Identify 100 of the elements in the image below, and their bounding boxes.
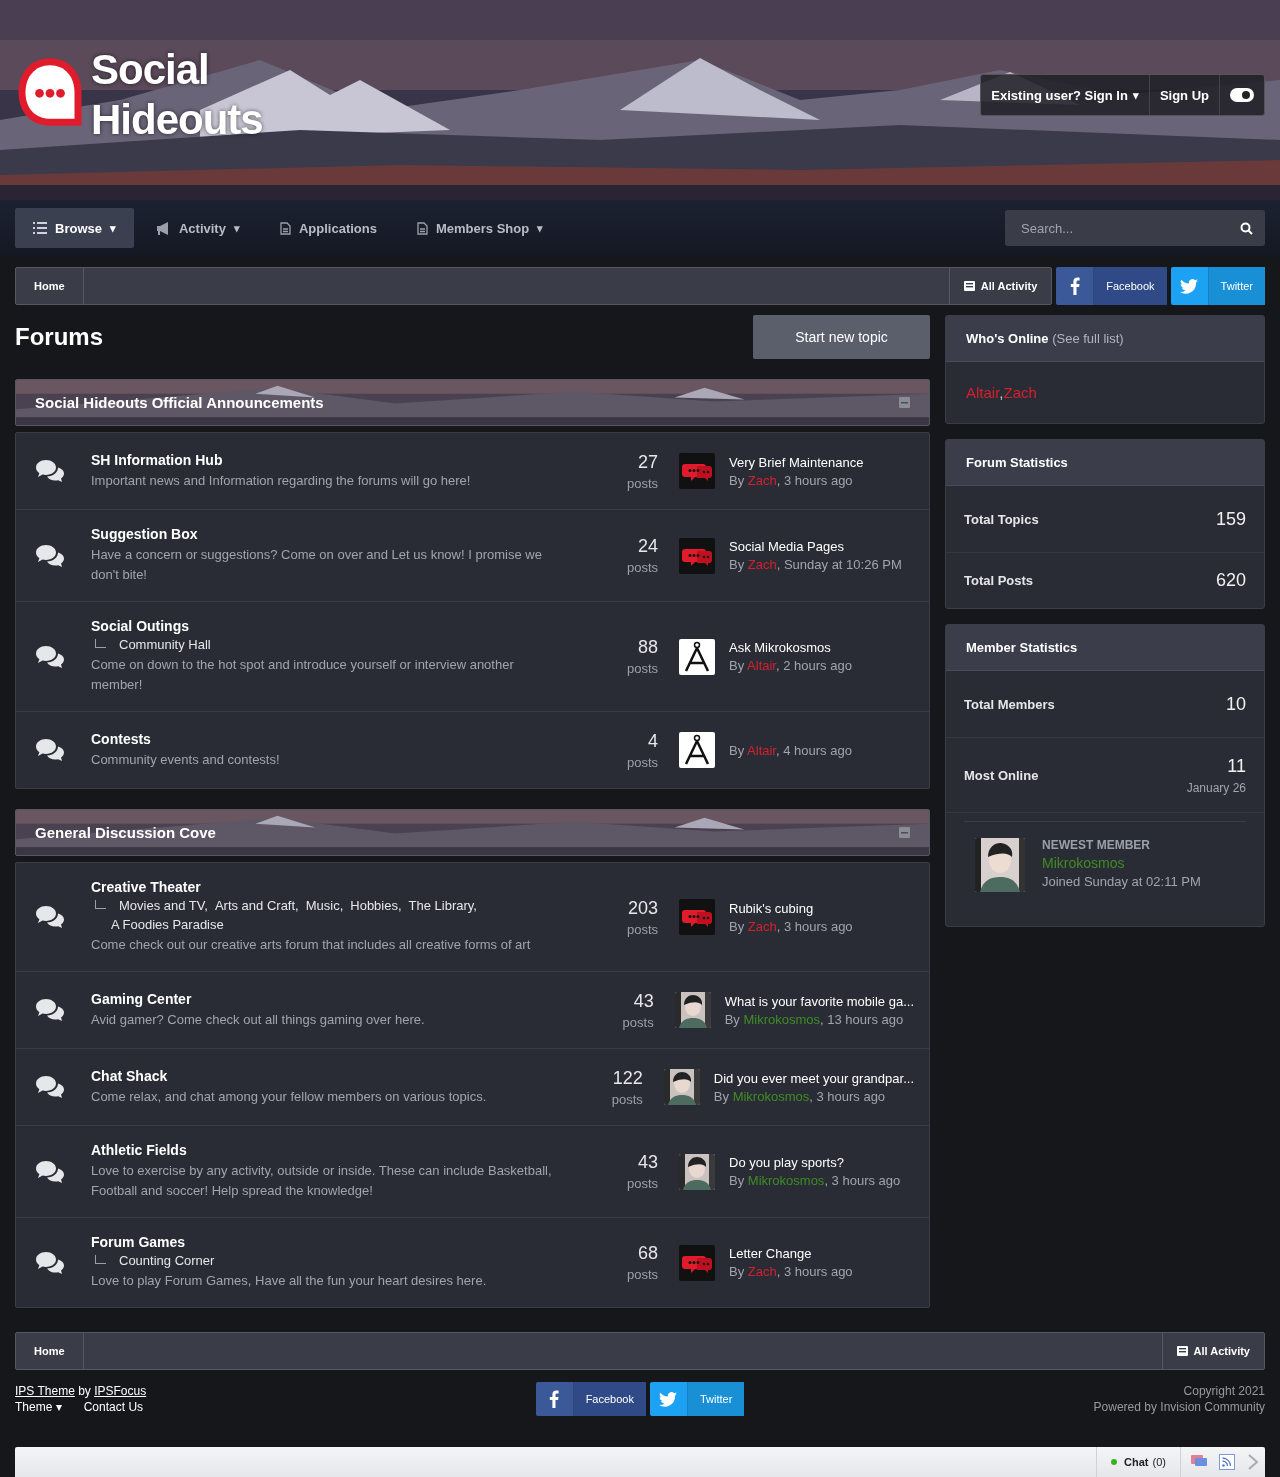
last-post-title-link[interactable]: Did you ever meet your grandpar... xyxy=(713,1070,914,1086)
document-icon xyxy=(416,221,428,235)
contact-us-link[interactable]: Contact Us xyxy=(83,1400,144,1414)
toggle-icon[interactable] xyxy=(1230,88,1254,102)
rss-icon[interactable] xyxy=(1219,1454,1235,1470)
category-title[interactable]: Social Hideouts Official Announcements xyxy=(35,394,324,411)
start-new-topic-button[interactable]: Start new topic xyxy=(753,315,930,359)
avatar-figure-icon[interactable] xyxy=(679,638,715,675)
post-count: 27 xyxy=(637,451,658,473)
category-header[interactable]: Social Hideouts Official Announcements xyxy=(15,379,930,426)
forum-description: Love to exercise by any activity, outside or inside. These can include Basketball, Football and soccer! Help spread the knowledge! xyxy=(91,1162,553,1200)
subforum-link[interactable]: A Foodies Paradise xyxy=(111,917,224,932)
social-button[interactable]: Twitter xyxy=(1170,267,1265,305)
stat-value: 159 xyxy=(1215,508,1246,530)
avatar-figure-icon[interactable] xyxy=(679,732,715,768)
last-post-title-link[interactable]: Do you play sports? xyxy=(729,1155,901,1170)
last-post-meta: By Zach, Sunday at 10:26 PM xyxy=(729,557,902,572)
post-count-label: posts xyxy=(611,1091,643,1107)
forum-description: Community events and contests! xyxy=(91,750,281,769)
chat-bubbles-icon xyxy=(36,460,64,482)
subforum-link[interactable]: Arts and Craft, xyxy=(214,898,299,913)
search-icon[interactable] xyxy=(1240,222,1253,235)
activity-icon xyxy=(1176,1346,1188,1356)
social-button[interactable]: Facebook xyxy=(535,1382,646,1416)
chat-bubbles-icon xyxy=(36,544,64,567)
social-button[interactable]: Facebook xyxy=(1056,267,1167,305)
last-post-title-link[interactable]: Very Brief Maintenance xyxy=(729,454,864,470)
last-post-title-link[interactable]: Letter Change xyxy=(729,1246,853,1261)
last-post-title-link[interactable]: Social Media Pages xyxy=(729,539,902,554)
forum-title-link[interactable]: Gaming Center xyxy=(91,990,553,1007)
avatar-speech-bubble-icon[interactable] xyxy=(679,453,715,489)
subforum-link[interactable]: Community Hall xyxy=(119,637,211,652)
sign-up-link[interactable]: Sign Up xyxy=(1149,75,1220,115)
chat-bubbles-icon xyxy=(36,739,64,761)
last-post-title-link[interactable]: Ask Mikrokosmos xyxy=(729,640,852,655)
avatar-speech-bubble-icon[interactable] xyxy=(679,899,715,935)
avatar-speech-bubble-icon[interactable] xyxy=(679,537,715,574)
post-count-label: posts xyxy=(626,1176,658,1191)
last-post-meta: By Altair, 2 hours ago xyxy=(729,658,852,673)
all-activity-link[interactable]: All Activity xyxy=(948,268,1052,304)
collapse-icon[interactable] xyxy=(899,397,910,408)
home-link[interactable]: Home xyxy=(16,268,84,304)
forum-description: Have a concern or suggestions? Come on over and Let us know! I promise we don't bite! xyxy=(91,546,543,584)
avatar-speech-bubble-icon[interactable] xyxy=(679,1244,715,1281)
post-count: 68 xyxy=(637,1243,658,1264)
post-count: 4 xyxy=(648,730,658,752)
forum-title-link[interactable]: Contests xyxy=(91,730,556,747)
stat-value: 620 xyxy=(1215,570,1246,591)
forum-title-link[interactable]: Social Outings xyxy=(91,618,556,634)
category-title[interactable]: General Discussion Cove xyxy=(35,824,216,841)
subforum-link[interactable]: Movies and TV, xyxy=(119,898,208,913)
last-post-title-link[interactable]: What is your favorite mobile ga... xyxy=(724,993,914,1009)
forum-title-link[interactable]: SH Information Hub xyxy=(91,451,556,468)
see-full-list-link[interactable]: (See full list) xyxy=(1052,331,1124,346)
post-count-label: posts xyxy=(626,754,658,770)
nav-tab[interactable]: Browse ▾ xyxy=(15,208,134,248)
category-header[interactable]: General Discussion Cove xyxy=(15,809,930,856)
search-field[interactable]: Search... xyxy=(1005,210,1265,246)
theme-menu-link[interactable]: Theme ▾ xyxy=(15,1400,62,1414)
all-activity-link[interactable]: All Activity xyxy=(1161,1333,1264,1369)
social-button[interactable]: Twitter xyxy=(649,1382,745,1416)
forum-title-link[interactable]: Chat Shack xyxy=(91,1067,544,1084)
facebook-icon xyxy=(1069,277,1080,295)
sign-in-link[interactable]: Existing user? Sign In ▾ xyxy=(981,75,1150,115)
last-post-meta: By Mikrokosmos, 13 hours ago xyxy=(724,1011,905,1027)
stat-label: Total Members xyxy=(964,696,1055,712)
subforum-link[interactable]: The Library, xyxy=(408,898,477,913)
nav-tab[interactable]: Applications xyxy=(261,208,395,248)
stat-value: 10 xyxy=(1225,693,1246,715)
bird-icon xyxy=(1180,278,1199,294)
home-link[interactable]: Home xyxy=(16,1333,84,1369)
subforum-link[interactable]: Music, xyxy=(305,898,344,913)
forum-title-link[interactable]: Suggestion Box xyxy=(91,526,556,542)
activity-icon xyxy=(963,281,975,291)
bird-icon xyxy=(659,1391,678,1407)
collapse-icon[interactable] xyxy=(899,827,910,838)
post-count: 122 xyxy=(612,1067,643,1089)
chat-icon[interactable] xyxy=(1191,1455,1207,1469)
forum-description: Come relax, and chat among your fellow members on various topics. xyxy=(91,1087,488,1106)
chat-bubbles-icon xyxy=(36,906,64,928)
facebook-icon xyxy=(549,1390,560,1408)
forum-title-link[interactable]: Athletic Fields xyxy=(91,1142,556,1158)
forum-title-link[interactable]: Forum Games xyxy=(91,1234,556,1250)
last-post-title-link[interactable]: Rubik's cubing xyxy=(729,900,853,916)
chat-button[interactable]: Chat (0) xyxy=(1096,1447,1181,1477)
theme-link[interactable]: IPS Theme xyxy=(15,1384,75,1398)
widget-title: Forum Statistics xyxy=(966,455,1068,470)
nav-tab[interactable]: Activity ▾ xyxy=(137,208,258,248)
post-count-label: posts xyxy=(626,475,658,491)
author-link[interactable]: IPSFocus xyxy=(94,1384,147,1398)
chat-bubbles-icon xyxy=(36,1160,64,1183)
nav-tab[interactable]: Members Shop ▾ xyxy=(398,208,562,248)
subforum-link[interactable]: Counting Corner xyxy=(119,1253,215,1268)
powered-by-link[interactable]: Powered by Invision Community xyxy=(1093,1400,1265,1414)
post-count: 24 xyxy=(637,536,658,557)
forum-title-link[interactable]: Creative Theater xyxy=(91,879,556,895)
subforum-link[interactable]: Hobbies, xyxy=(350,898,402,913)
post-count-label: posts xyxy=(626,921,658,937)
last-post-meta: By Altair, 4 hours ago xyxy=(729,742,852,758)
post-count-label: posts xyxy=(622,1014,654,1030)
